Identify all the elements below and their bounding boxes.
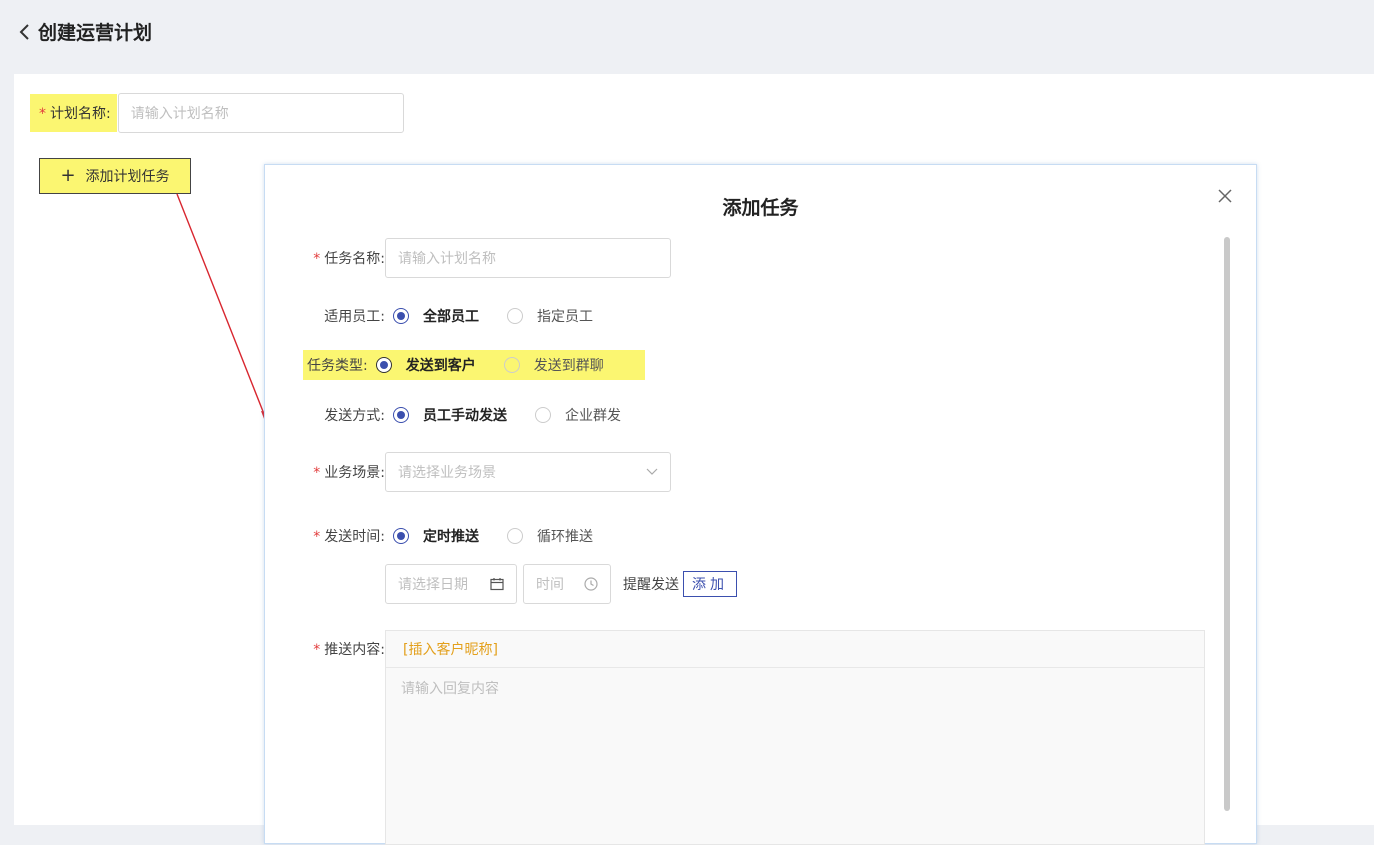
add-task-dialog: 添加任务 * 任务名称: 请输入计划名称 适用员工: 全部员工 指定员工 任务类… [264,164,1257,845]
plan-name-row: * 计划名称: 请输入计划名称 [30,93,404,133]
task-type-row: 任务类型: 发送到客户 发送到群聊 [303,350,645,380]
task-name-input[interactable]: 请输入计划名称 [385,238,671,278]
scene-select[interactable]: 请选择业务场景 [385,452,671,492]
back-button[interactable]: 创建运营计划 [18,18,152,45]
radio-checked-icon [393,528,409,544]
dialog-scrollbar[interactable] [1224,237,1230,811]
send-time-pickers: 请选择日期 时间 提醒发送 添加 [385,564,737,604]
chevron-left-icon [19,23,29,40]
clock-icon [584,577,598,591]
remind-send-label: 提醒发送 [623,577,679,593]
editor-toolbar: [插入客户昵称] [386,631,1204,668]
staff-radio-group: 全部员工 指定员工 [393,306,621,326]
send-method-radio-group: 员工手动发送 企业群发 [393,405,649,425]
insert-nickname-button[interactable]: [插入客户昵称] [403,639,498,659]
main-panel: * 计划名称: 请输入计划名称 + 添加计划任务 添加任务 * 任务名称: 请输入计… [14,74,1374,845]
radio-send-to-group[interactable]: 发送到群聊 [503,355,604,375]
add-plan-task-button[interactable]: + 添加计划任务 [39,158,191,194]
radio-unchecked-icon [535,407,551,423]
task-name-label: * 任务名称: [313,251,385,267]
plan-name-input[interactable]: 请输入计划名称 [117,93,404,133]
radio-enterprise-broadcast[interactable]: 企业群发 [535,405,621,425]
content-label-row: * 推送内容: [295,639,385,659]
radio-checked-icon [393,308,409,324]
required-mark: * [39,106,46,122]
task-type-label: 任务类型: [307,358,368,374]
task-type-highlight: 任务类型: 发送到客户 发送到群聊 [303,350,645,380]
task-name-row: * 任务名称: 请输入计划名称 [295,238,671,278]
plan-name-label: * 计划名称: [30,94,117,132]
radio-specified-staff[interactable]: 指定员工 [507,306,593,326]
send-time-radio-group: 定时推送 循环推送 [393,526,621,546]
send-method-row: 发送方式: 员工手动发送 企业群发 [295,405,649,425]
radio-checked-icon [393,407,409,423]
send-method-label: 发送方式: [324,408,385,424]
content-editor[interactable]: [插入客户昵称] 请输入回复内容 [385,630,1205,845]
radio-recurring-push[interactable]: 循环推送 [507,526,593,546]
content-textarea[interactable]: 请输入回复内容 [386,668,1204,708]
content-placeholder: 请输入回复内容 [401,681,499,697]
dialog-title: 添加任务 [722,197,799,219]
page-title: 创建运营计划 [38,22,153,44]
radio-unchecked-icon [507,308,523,324]
date-placeholder: 请选择日期 [398,577,468,593]
plus-icon: + [60,164,76,186]
radio-all-staff[interactable]: 全部员工 [393,306,479,326]
radio-manual-send[interactable]: 员工手动发送 [393,405,507,425]
content-label: * 推送内容: [313,642,385,658]
close-icon[interactable] [1218,189,1232,207]
radio-unchecked-icon [507,528,523,544]
calendar-icon [490,578,504,591]
top-bar: 创建运营计划 [0,0,1374,72]
chevron-down-icon [646,468,658,475]
staff-label: 适用员工: [324,309,385,325]
plan-name-placeholder: 请输入计划名称 [130,106,229,122]
time-picker[interactable]: 时间 [523,564,611,604]
date-picker[interactable]: 请选择日期 [385,564,517,604]
add-plan-task-label: 添加计划任务 [85,169,170,185]
radio-scheduled-push[interactable]: 定时推送 [393,526,479,546]
scene-placeholder: 请选择业务场景 [398,465,496,481]
radio-checked-icon [375,357,392,373]
time-placeholder: 时间 [536,577,564,593]
radio-unchecked-icon [503,357,520,373]
send-time-label: * 发送时间: [313,529,385,545]
scene-row: * 业务场景: 请选择业务场景 [295,452,671,492]
task-name-placeholder: 请输入计划名称 [398,251,496,267]
add-remind-button[interactable]: 添加 [683,571,737,597]
scene-label: * 业务场景: [313,465,385,481]
staff-row: 适用员工: 全部员工 指定员工 [295,306,621,326]
radio-send-to-customer[interactable]: 发送到客户 [375,355,476,375]
send-time-row: * 发送时间: 定时推送 循环推送 [295,526,621,546]
